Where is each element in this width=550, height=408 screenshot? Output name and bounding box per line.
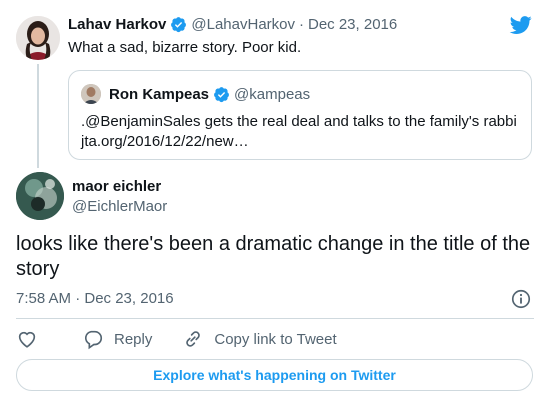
divider [16,318,534,319]
reply-tweet-text: looks like there's been a dramatic chang… [16,233,531,280]
verified-badge-icon [214,86,229,102]
like-button[interactable] [16,328,38,350]
explore-button[interactable]: Explore what's happening on Twitter [16,359,533,391]
twitter-bird-icon[interactable] [508,14,534,36]
action-bar: Reply Copy link to Tweet [16,328,367,350]
quoted-avatar [81,84,101,104]
heart-icon [18,331,36,348]
parent-date[interactable]: Dec 23, 2016 [308,16,397,33]
dot-separator: · [299,16,304,33]
info-icon[interactable] [510,288,532,310]
reply-author-handle[interactable]: @EichlerMaor [72,198,167,215]
reply-avatar[interactable] [16,172,64,220]
copy-link-label: Copy link to Tweet [214,330,337,348]
reply-icon [84,330,103,350]
quoted-text-line-1: .@BenjaminSales gets the real deal and t… [81,113,517,130]
reply-timestamp[interactable]: 7:58 AM · Dec 23, 2016 [16,290,174,307]
quoted-header: Ron Kampeas @kampeas [81,84,310,104]
thread-connector [37,64,39,168]
reply-label: Reply [114,330,153,348]
verified-badge-icon [171,17,187,33]
reply-button[interactable]: Reply [82,328,152,350]
parent-author-name[interactable]: Lahav Harkov [68,16,166,33]
copy-link-button[interactable]: Copy link to Tweet [182,328,337,350]
parent-tweet-text: What a sad, bizarre story. Poor kid. [68,39,302,56]
parent-header: Lahav Harkov @LahavHarkov · Dec 23, 2016 [68,16,397,33]
link-icon [186,331,201,347]
quoted-link[interactable]: jta.org/2016/12/22/new… [81,133,249,150]
quoted-author-handle: @kampeas [234,85,311,103]
quoted-tweet-card[interactable]: Ron Kampeas @kampeas .@BenjaminSales get… [68,70,532,160]
parent-author-handle[interactable]: @LahavHarkov [191,16,295,33]
parent-avatar[interactable] [16,16,60,60]
quoted-author-name: Ron Kampeas [109,85,210,103]
reply-author-name[interactable]: maor eichler [72,178,161,195]
